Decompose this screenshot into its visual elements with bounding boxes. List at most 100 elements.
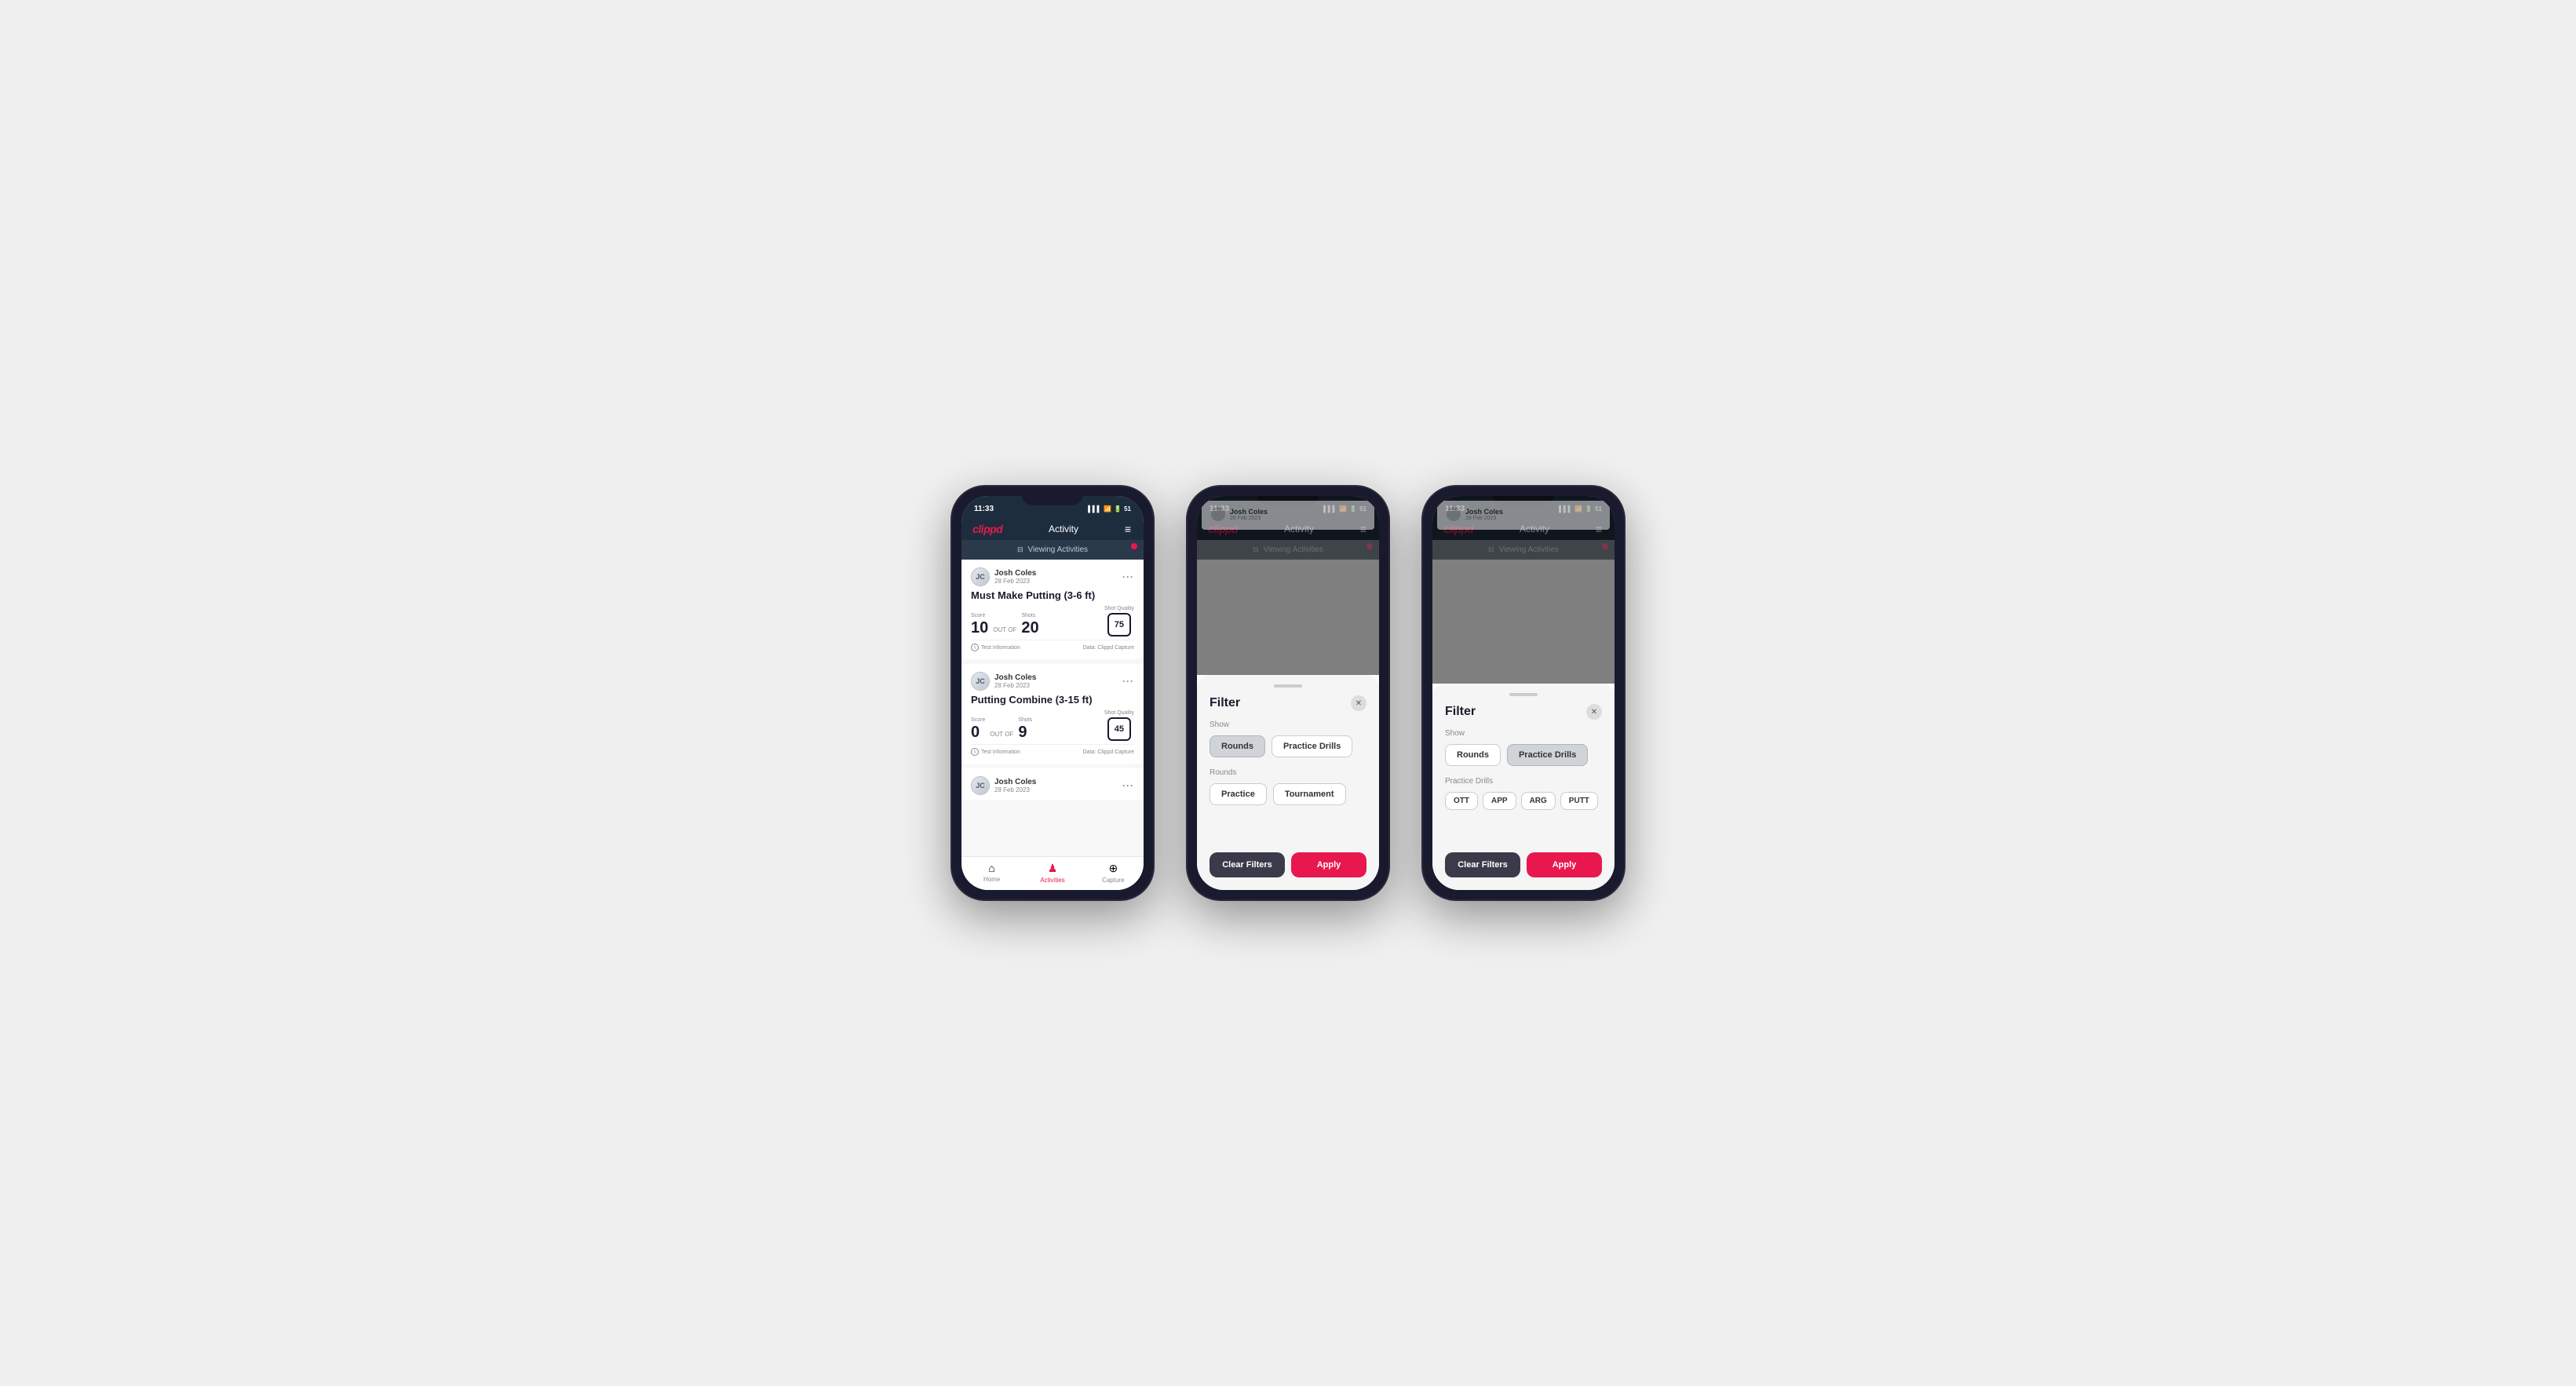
score-value-1: 10 [971,619,988,636]
rounds-section-label-2: Rounds [1210,768,1366,777]
phone-3-inner: 11:33 ▌▌▌ 📶 🔋 51 clippd Activity ≡ ⊟ Vie… [1432,496,1615,890]
clear-filters-btn-2[interactable]: Clear Filters [1210,852,1285,877]
apply-btn-2[interactable]: Apply [1291,852,1366,877]
footer-data-1: Data: Clippd Capture [1083,645,1134,651]
user-info-1: JC Josh Coles 28 Feb 2023 [971,567,1036,586]
wifi-icon-1: 📶 [1104,505,1111,512]
drill-tags-row-3: OTT APP ARG PUTT [1445,792,1602,810]
drill-tag-putt[interactable]: PUTT [1560,792,1598,810]
notch-1 [1021,487,1084,505]
more-dots-1[interactable]: ··· [1122,571,1134,582]
out-of-1: OUT OF [993,626,1016,633]
drill-tag-ott[interactable]: OTT [1445,792,1478,810]
user-meta-3: Josh Coles 28 Feb 2023 [994,778,1036,793]
phones-container: 11:33 ▌▌▌ 📶 🔋 51 clippd Activity ≡ ⊟ Vie… [950,485,1626,901]
drills-section-label-3: Practice Drills [1445,777,1602,786]
drill-tag-app[interactable]: APP [1483,792,1516,810]
shots-value-2: 9 [1018,724,1027,741]
filter-dim-2[interactable]: Josh Coles 28 Feb 2023 [1197,496,1379,675]
battery-pct-1: 51 [1124,505,1131,512]
activity-item-1[interactable]: JC Josh Coles 28 Feb 2023 ··· Must Make … [961,560,1144,659]
more-dots-3[interactable]: ··· [1122,780,1134,791]
shots-group-1: Shots 20 [1021,613,1038,636]
drill-tag-arg[interactable]: ARG [1521,792,1556,810]
activity-header-2: JC Josh Coles 28 Feb 2023 ··· [971,672,1134,691]
user-date-2: 28 Feb 2023 [994,682,1036,689]
activity-item-2[interactable]: JC Josh Coles 28 Feb 2023 ··· Putting Co… [961,664,1144,764]
more-dots-2[interactable]: ··· [1122,676,1134,687]
activity-item-3[interactable]: JC Josh Coles 28 Feb 2023 ··· [961,768,1144,800]
show-buttons-2: Rounds Practice Drills [1210,735,1366,757]
user-meta-2: Josh Coles 28 Feb 2023 [994,673,1036,689]
practice-btn-2[interactable]: Practice [1210,783,1267,805]
rounds-btn-3[interactable]: Rounds [1445,744,1501,766]
filter-close-3[interactable]: ✕ [1586,704,1602,720]
shot-quality-value-2: 45 [1115,724,1124,734]
user-meta-1: Josh Coles 28 Feb 2023 [994,569,1036,585]
filter-dim-3[interactable]: Josh Coles 28 Feb 2023 [1432,496,1615,684]
nav-capture-1[interactable]: ⊕ Capture [1083,862,1144,884]
nav-home-1[interactable]: ⌂ Home [961,862,1022,884]
capture-label-1: Capture [1102,877,1124,884]
nav-title-1: Activity [1049,523,1078,534]
shot-quality-group-1: Shot Quality 75 [1104,606,1134,636]
info-icon-2: i [971,748,979,756]
shot-quality-badge-2: 45 [1107,717,1131,741]
time-1: 11:33 [974,505,994,513]
info-icon-1: i [971,644,979,651]
apply-btn-3[interactable]: Apply [1527,852,1602,877]
rounds-btn-2[interactable]: Rounds [1210,735,1265,757]
menu-icon-1[interactable]: ≡ [1125,523,1133,535]
viewing-bar-1[interactable]: ⊟ Viewing Activities [961,540,1144,560]
test-info-2: Test Information [981,750,1020,755]
practice-drills-btn-2[interactable]: Practice Drills [1272,735,1352,757]
filter-handle-3 [1509,693,1538,696]
filter-overlay-3: Josh Coles 28 Feb 2023 Filter ✕ Show [1432,496,1615,890]
battery-icon-1: 🔋 [1114,505,1122,512]
show-buttons-3: Rounds Practice Drills [1445,744,1602,766]
shot-quality-label-2: Shot Quality [1104,710,1134,716]
filter-close-2[interactable]: ✕ [1351,695,1366,711]
user-name-2: Josh Coles [994,673,1036,682]
capture-icon-1: ⊕ [1108,862,1118,875]
footer-info-2: i Test Information [971,748,1020,756]
filter-sheet-2: Filter ✕ Show Rounds Practice Drills Rou… [1197,675,1379,890]
user-name-3: Josh Coles [994,778,1036,786]
footer-info-1: i Test Information [971,644,1020,651]
test-info-1: Test Information [981,645,1020,651]
show-label-2: Show [1210,720,1366,729]
nav-activities-1[interactable]: ♟ Activities [1022,862,1082,884]
user-date-3: 28 Feb 2023 [994,786,1036,793]
activity-footer-1: i Test Information Data: Clippd Capture [971,640,1134,651]
logo-1: clippd [972,523,1002,535]
home-icon-1: ⌂ [988,862,994,874]
score-group-1: Score 10 [971,613,988,636]
phone-1-inner: 11:33 ▌▌▌ 📶 🔋 51 clippd Activity ≡ ⊟ Vie… [961,496,1144,890]
score-label-2: Score [971,717,985,723]
activity-header-1: JC Josh Coles 28 Feb 2023 ··· [971,567,1134,586]
phone-2: 11:33 ▌▌▌ 📶 🔋 51 clippd Activity ≡ ⊟ Vie… [1186,485,1390,901]
score-value-2: 0 [971,724,980,741]
out-of-2: OUT OF [990,731,1013,738]
score-label-1: Score [971,613,988,618]
user-name-1: Josh Coles [994,569,1036,578]
shot-quality-badge-1: 75 [1107,613,1131,636]
filter-header-2: Filter ✕ [1210,695,1366,711]
spacer-3 [1445,816,1602,840]
tournament-btn-2[interactable]: Tournament [1273,783,1346,805]
stats-row-2: Score 0 OUT OF Shots 9 Shot Quality [971,710,1134,741]
filter-sheet-3: Filter ✕ Show Rounds Practice Drills Pra… [1432,684,1615,890]
footer-data-2: Data: Clippd Capture [1083,750,1134,755]
signal-icon-1: ▌▌▌ [1088,505,1101,512]
user-info-2: JC Josh Coles 28 Feb 2023 [971,672,1036,691]
score-group-2: Score 0 [971,717,985,741]
nav-bar-1: clippd Activity ≡ [961,518,1144,540]
activity-footer-2: i Test Information Data: Clippd Capture [971,744,1134,756]
clear-filters-btn-3[interactable]: Clear Filters [1445,852,1520,877]
activities-icon-1: ♟ [1048,862,1058,875]
practice-drills-btn-3[interactable]: Practice Drills [1507,744,1588,766]
activity-title-1: Must Make Putting (3-6 ft) [971,589,1134,601]
shot-quality-value-1: 75 [1115,620,1124,629]
bottom-nav-1: ⌂ Home ♟ Activities ⊕ Capture [961,856,1144,890]
filter-actions-3: Clear Filters Apply [1445,852,1602,877]
